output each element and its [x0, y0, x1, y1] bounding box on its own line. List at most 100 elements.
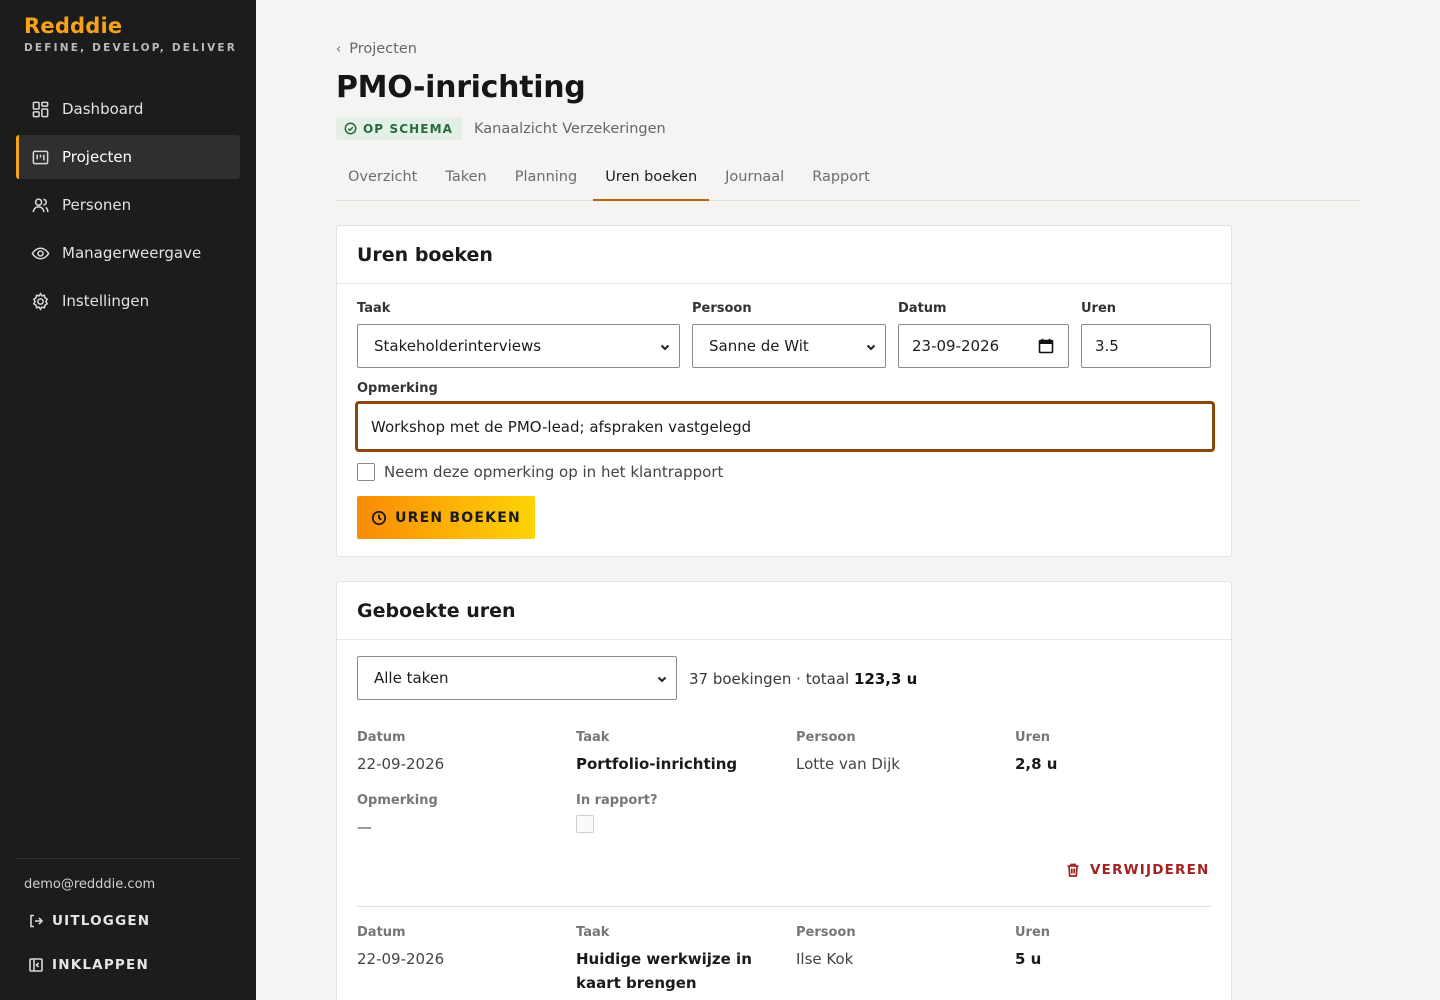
nav-item-label: Personen [62, 196, 132, 214]
delete-entry-button[interactable]: VERWIJDEREN [1065, 862, 1210, 878]
tab-planning[interactable]: Planning [503, 157, 589, 201]
card-title: Uren boeken [337, 226, 1231, 284]
bookings-total: 123,3 u [853, 670, 918, 688]
nav-item-label: Managerweergave [62, 244, 202, 262]
clock-icon [372, 510, 387, 525]
tab-uren-boeken[interactable]: Uren boeken [593, 157, 710, 201]
user-email: demo@redddie.com [24, 877, 156, 892]
tab-rapport[interactable]: Rapport [800, 157, 882, 201]
entry-hours: 2,8 u [1015, 755, 1058, 773]
nav-item-dashboard[interactable]: Dashboard [16, 87, 240, 131]
nav-item-instellingen[interactable]: Instellingen [16, 279, 240, 323]
entry-date: 22-09-2026 [357, 755, 445, 773]
brand-name: Redddie [24, 14, 123, 38]
book-hours-card: Uren boeken Taak Stakeholderinterviews P… [336, 225, 1232, 557]
entry-task-label: Taak [576, 730, 610, 745]
status-badge: OP SCHEMA [336, 117, 462, 140]
hours-input[interactable]: 3.5 [1081, 324, 1211, 368]
entry-date-label: Datum [357, 730, 406, 745]
client-name: Kanaalzicht Verzekeringen [474, 120, 666, 137]
calendar-icon[interactable] [1038, 338, 1054, 354]
task-filter-value: Alle taken [374, 669, 449, 687]
entry-in-report-checkbox[interactable] [576, 815, 594, 833]
task-select[interactable]: Stakeholderinterviews [357, 324, 680, 368]
tab-journaal[interactable]: Journaal [713, 157, 796, 201]
person-label: Persoon [692, 301, 752, 316]
include-in-report-row[interactable]: Neem deze opmerking op in het klantrappo… [357, 463, 723, 481]
book-hours-button[interactable]: UREN BOEKEN [357, 496, 535, 539]
chevron-down-icon [659, 339, 671, 351]
main-nav: Dashboard Projecten Personen Managerweer… [16, 87, 240, 327]
task-select-value: Stakeholderinterviews [374, 337, 542, 355]
users-icon [30, 195, 50, 215]
entry-remark: — [357, 818, 372, 836]
brand: Redddie DEFINE, DEVELOP, DELIVER [24, 14, 237, 54]
status-row: OP SCHEMA Kanaalzicht Verzekeringen [336, 117, 666, 140]
chevron-down-icon [865, 339, 877, 351]
tab-overzicht[interactable]: Overzicht [336, 157, 429, 201]
hours-input-value: 3.5 [1095, 337, 1119, 355]
nav-item-label: Projecten [62, 148, 133, 166]
page-title: PMO-inrichting [336, 70, 586, 105]
nav-item-label: Instellingen [62, 292, 150, 310]
trash-icon [1067, 863, 1079, 877]
dashboard-icon [30, 99, 50, 119]
project-tabs: Overzicht Taken Planning Uren boeken Jou… [336, 157, 1360, 201]
sidebar: Redddie DEFINE, DEVELOP, DELIVER Dashboa… [0, 0, 256, 1000]
collapse-button[interactable]: INKLAPPEN [28, 957, 149, 973]
sidebar-collapse-icon [29, 958, 43, 972]
entry-in-report-label: In rapport? [576, 793, 658, 808]
breadcrumb-link: Projecten [349, 41, 417, 57]
check-circle-icon [344, 122, 357, 135]
bookings-summary: 37 boekingen · totaal 123,3 u [689, 670, 917, 688]
entry-date: 22-09-2026 [357, 950, 445, 968]
include-in-report-checkbox[interactable] [357, 463, 375, 481]
remark-input-value: Workshop met de PMO-lead; afspraken vast… [371, 417, 752, 436]
nav-item-projecten[interactable]: Projecten [16, 135, 240, 179]
task-label: Taak [357, 301, 391, 316]
task-filter-select[interactable]: Alle taken [357, 656, 677, 700]
card-title: Geboekte uren [337, 582, 1231, 640]
status-label: OP SCHEMA [363, 121, 453, 136]
hours-label: Uren [1081, 301, 1117, 316]
bookings-count: 37 boekingen · totaal [689, 670, 854, 688]
nav-item-managerweergave[interactable]: Managerweergave [16, 231, 240, 275]
remark-label: Opmerking [357, 381, 438, 396]
person-select[interactable]: Sanne de Wit [692, 324, 886, 368]
logout-label: UITLOGGEN [52, 913, 151, 929]
person-select-value: Sanne de Wit [709, 337, 809, 355]
entry-person-label: Persoon [796, 730, 856, 745]
date-label: Datum [898, 301, 947, 316]
nav-item-label: Dashboard [62, 100, 144, 118]
delete-label: VERWIJDEREN [1090, 862, 1210, 878]
booked-hours-card: Geboekte uren Alle taken 37 boekingen · … [336, 581, 1232, 1000]
book-hours-label: UREN BOEKEN [395, 509, 521, 526]
entry-date-label: Datum [357, 925, 406, 940]
nav-item-personen[interactable]: Personen [16, 183, 240, 227]
gear-icon [30, 291, 50, 311]
entry-hours-label: Uren [1015, 730, 1051, 745]
entry-person: Lotte van Dijk [796, 755, 900, 773]
eye-icon [30, 243, 50, 263]
logout-button[interactable]: UITLOGGEN [28, 913, 150, 929]
entry-remark-label: Opmerking [357, 793, 438, 808]
entry-task: Huidige werkwijze in kaart brengen [576, 950, 752, 992]
entry-person: Ilse Kok [796, 950, 854, 968]
logout-icon [30, 914, 44, 928]
chevron-left-icon: ‹ [336, 41, 342, 57]
date-input[interactable]: 23-09-2026 [898, 324, 1069, 368]
entry-divider [357, 906, 1211, 907]
date-input-value: 23-09-2026 [912, 337, 1000, 355]
brand-tagline: DEFINE, DEVELOP, DELIVER [24, 42, 238, 54]
entry-task-label: Taak [576, 925, 610, 940]
entry-person-label: Persoon [796, 925, 856, 940]
collapse-label: INKLAPPEN [52, 957, 149, 973]
entry-hours-label: Uren [1015, 925, 1051, 940]
kanban-icon [30, 147, 50, 167]
breadcrumb[interactable]: ‹ Projecten [336, 41, 417, 57]
remark-input[interactable]: Workshop met de PMO-lead; afspraken vast… [355, 401, 1215, 452]
chevron-down-icon [656, 671, 668, 683]
include-in-report-label: Neem deze opmerking op in het klantrappo… [384, 463, 724, 481]
tab-taken[interactable]: Taken [433, 157, 498, 201]
sidebar-divider [16, 858, 240, 859]
